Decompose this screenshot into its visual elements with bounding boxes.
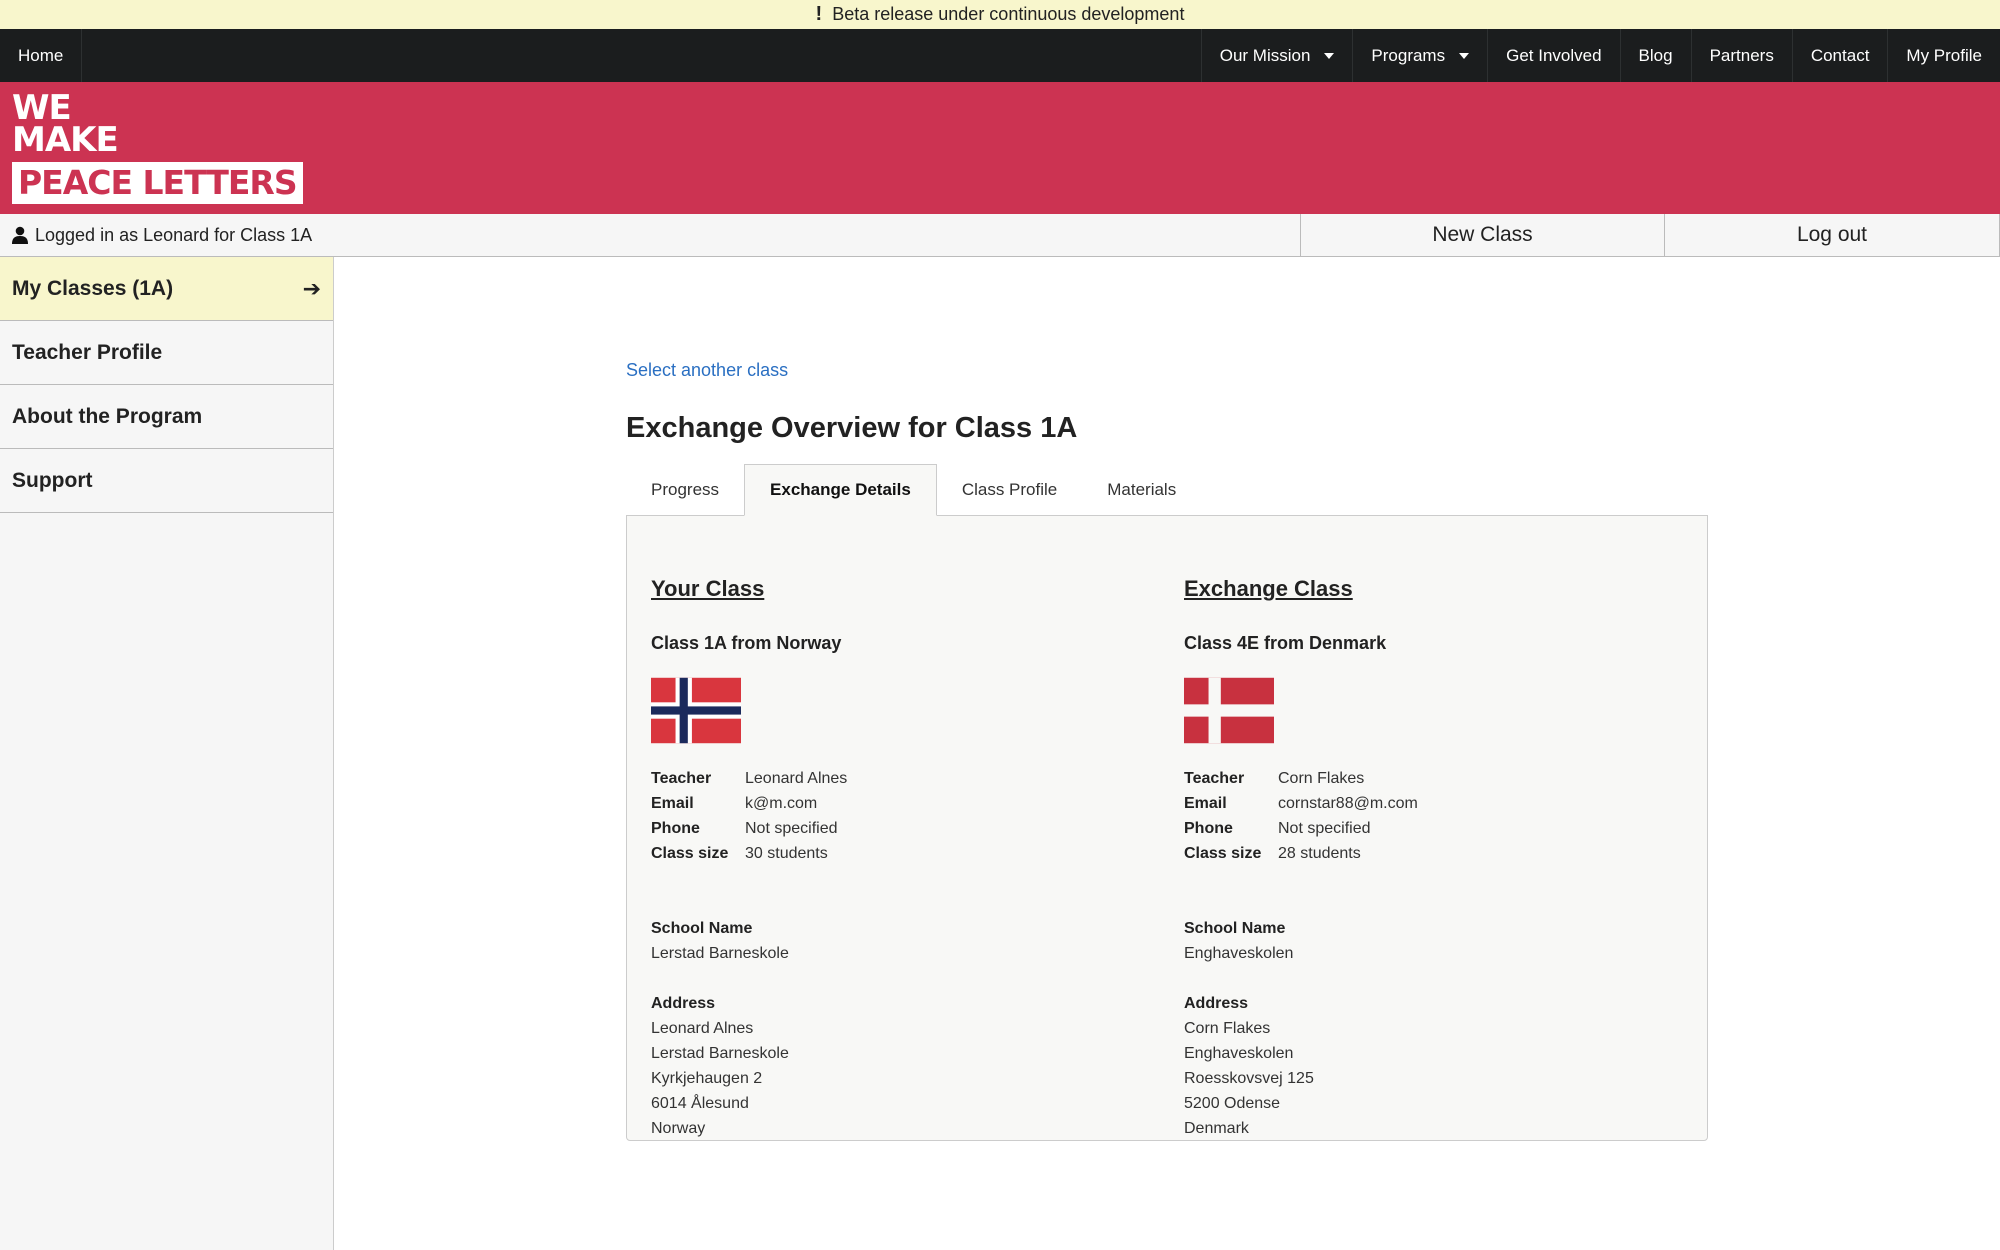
nav-contact[interactable]: Contact [1791, 29, 1888, 82]
sidebar-item-support[interactable]: Support [0, 449, 333, 513]
caret-down-icon [1324, 52, 1335, 59]
your-class-heading: Your Class [651, 576, 765, 601]
logo-line-peace-letters: PEACE LETTERS [12, 162, 303, 204]
tab-class-profile[interactable]: Class Profile [937, 464, 1082, 516]
exchange-class-origin: Class 4E from Denmark [1184, 633, 1387, 653]
address-line: Kyrkjehaugen 2 [651, 1070, 763, 1087]
tab-progress[interactable]: Progress [626, 464, 744, 516]
sidebar-item-label: Teacher Profile [12, 340, 163, 364]
school-name-value: Lerstad Barneskole [651, 945, 789, 962]
teacher-value: Leonard Alnes [745, 770, 848, 787]
teacher-value: Corn Flakes [1278, 770, 1365, 787]
address-line: Leonard Alnes [651, 1020, 754, 1037]
select-another-class-link[interactable]: Select another class [626, 360, 788, 381]
nav-get-involved[interactable]: Get Involved [1487, 29, 1619, 82]
address-line: 6014 Ålesund [651, 1095, 749, 1112]
teacher-label: Teacher [1184, 770, 1245, 787]
phone-label: Phone [1184, 820, 1233, 837]
login-status-text: Logged in as Leonard for Class 1A [35, 224, 313, 245]
beta-banner: ! Beta release under continuous developm… [0, 0, 2000, 29]
logo-line-make: MAKE [12, 120, 119, 160]
nav-programs-label: Programs [1371, 45, 1446, 65]
caret-down-icon [1459, 52, 1470, 59]
nav-partners[interactable]: Partners [1690, 29, 1792, 82]
nav-our-mission-label: Our Mission [1219, 45, 1311, 65]
email-value: cornstar88@m.com [1278, 795, 1418, 812]
sidebar-item-my-classes[interactable]: My Classes (1A) ➔ [0, 257, 333, 321]
school-name-label: School Name [1184, 920, 1286, 937]
tab-materials[interactable]: Materials [1082, 464, 1201, 516]
nav-blog[interactable]: Blog [1619, 29, 1691, 82]
phone-value: Not specified [745, 820, 838, 837]
sidebar-item-about-program[interactable]: About the Program [0, 385, 333, 449]
beta-banner-text: Beta release under continuous developmen… [832, 4, 1185, 24]
exchange-details-panel: Your Class Class 1A from Norway Teacher L… [626, 515, 1708, 1141]
top-navigation: Home Our Mission Programs Get Involved B… [0, 29, 2000, 82]
email-label: Email [651, 795, 694, 812]
denmark-flag-icon [1184, 677, 1274, 744]
site-logo[interactable]: WE MAKE PEACE LETTERS [12, 91, 303, 204]
page-title: Exchange Overview for Class 1A [626, 412, 1078, 444]
exchange-class-heading: Exchange Class [1184, 576, 1353, 601]
class-size-label: Class size [651, 845, 729, 862]
address-line: 5200 Odense [1184, 1095, 1281, 1112]
address-line: Norway [651, 1120, 706, 1137]
nav-our-mission[interactable]: Our Mission [1200, 29, 1353, 82]
address-line: Denmark [1184, 1120, 1249, 1137]
address-label: Address [1184, 995, 1249, 1012]
school-name-label: School Name [651, 920, 753, 937]
user-icon [12, 226, 28, 244]
sidebar-item-teacher-profile[interactable]: Teacher Profile [0, 321, 333, 385]
sidebar: My Classes (1A) ➔ Teacher Profile About … [0, 257, 334, 1250]
your-class-origin: Class 1A from Norway [651, 633, 842, 653]
your-school-name: School Name Lerstad Barneskole [651, 916, 789, 966]
address-line: Roesskovsvej 125 [1184, 1070, 1314, 1087]
phone-label: Phone [651, 820, 700, 837]
your-address: Address Leonard Alnes Lerstad Barneskole… [651, 991, 789, 1141]
address-line: Lerstad Barneskole [651, 1045, 789, 1062]
exchange-school-name: School Name Enghaveskolen [1184, 916, 1293, 966]
hero-banner: WE MAKE PEACE LETTERS [0, 82, 2000, 214]
norway-flag-icon [651, 677, 741, 744]
sidebar-item-label: My Classes (1A) [12, 276, 174, 300]
school-name-value: Enghaveskolen [1184, 945, 1294, 962]
phone-value: Not specified [1278, 820, 1371, 837]
tab-bar: Progress Exchange Details Class Profile … [626, 464, 1201, 516]
exchange-address: Address Corn Flakes Enghaveskolen Roessk… [1184, 991, 1314, 1141]
class-size-value: 28 students [1278, 845, 1361, 862]
email-value: k@m.com [745, 795, 818, 812]
new-class-button[interactable]: New Class [1300, 214, 1664, 256]
teacher-label: Teacher [651, 770, 712, 787]
nav-my-profile[interactable]: My Profile [1887, 29, 2000, 82]
your-class-info: Teacher Leonard Alnes Email k@m.com Phone N… [651, 766, 847, 866]
login-status: Logged in as Leonard for Class 1A [0, 214, 1300, 256]
class-size-label: Class size [1184, 845, 1262, 862]
email-label: Email [1184, 795, 1227, 812]
arrow-right-icon: ➔ [302, 275, 321, 301]
exchange-class-info: Teacher Corn Flakes Email cornstar88@m.com… [1184, 766, 1418, 866]
exclamation-icon: ! [815, 3, 823, 25]
log-out-button[interactable]: Log out [1664, 214, 2000, 256]
tab-exchange-details[interactable]: Exchange Details [744, 464, 937, 516]
sidebar-item-label: About the Program [12, 404, 203, 428]
user-bar: Logged in as Leonard for Class 1A New Cl… [0, 214, 2000, 257]
address-line: Enghaveskolen [1184, 1045, 1294, 1062]
nav-programs[interactable]: Programs [1352, 29, 1487, 82]
nav-home[interactable]: Home [0, 29, 83, 82]
class-size-value: 30 students [745, 845, 828, 862]
address-line: Corn Flakes [1184, 1020, 1271, 1037]
address-label: Address [651, 995, 716, 1012]
sidebar-item-label: Support [12, 468, 93, 492]
